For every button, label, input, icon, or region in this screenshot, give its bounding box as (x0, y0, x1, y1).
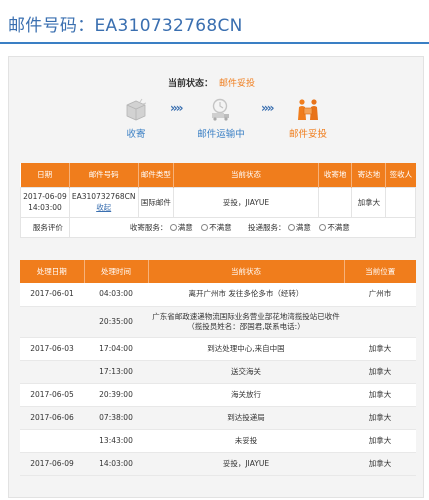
table-row: 17:13:00 送交海关 加拿大 (20, 360, 416, 384)
col-header: 日期 (20, 163, 70, 187)
row-status: 妥投，JIAYUE (148, 452, 344, 476)
row-date (20, 429, 84, 453)
summary-number-cell: EA310732768CN 收起 (68, 186, 139, 218)
radio-icon[interactable] (201, 224, 209, 231)
step-delivered: 邮件妥投 (273, 96, 343, 140)
table-row: 2017-06-06 07:38:00 到达投递局 加拿大 (20, 406, 416, 430)
page-title: 邮件号码：EA310732768CN (8, 16, 243, 36)
deliver-good-option[interactable]: 满意 (287, 223, 311, 232)
row-status: 到达投递局 (148, 406, 344, 430)
row-time: 14:03:00 (84, 452, 148, 476)
tracking-table: 处理日期 处理时间 当前状态 当前位置 2017-06-01 04:03:00 … (20, 260, 416, 476)
step-collected: 收寄 (101, 96, 171, 140)
summary-origin (317, 186, 353, 218)
row-location: 加拿大 (344, 406, 416, 430)
col-header: 寄达地 (351, 163, 387, 187)
delivery-truck-icon (212, 98, 229, 121)
row-status: 到达处理中心,来自中国 (148, 337, 344, 361)
current-status-label: 当前状态： (168, 79, 214, 89)
table-row: 2017-06-09 14:03:00 妥投，JIAYUE 加拿大 (20, 452, 416, 476)
summary-type: 国际邮件 (137, 186, 175, 218)
row-location: 加拿大 (344, 452, 416, 476)
courier-handover-icon (298, 99, 318, 120)
deliver-service-label: 投递服务： (248, 222, 286, 232)
collapse-link[interactable]: 收起 (96, 203, 111, 212)
col-header: 签收人 (385, 163, 416, 187)
row-status: 送交海关 (148, 360, 344, 384)
summary-number: EA310732768CN (71, 192, 136, 201)
table-row: 13:43:00 未妥投 加拿大 (20, 429, 416, 453)
row-time: 17:13:00 (84, 360, 148, 384)
table-row: 2017-06-03 17:04:00 到达处理中心,来自中国 加拿大 (20, 337, 416, 361)
row-time: 20:35:00 (84, 306, 148, 338)
current-status: 当前状态： 邮件妥投 (168, 76, 255, 89)
row-status: 海关放行 (148, 383, 344, 407)
col-header: 当前状态 (148, 260, 345, 283)
row-time: 20:39:00 (84, 383, 148, 407)
service-eval-row: 服务评价 收寄服务： 满意 不满意 投递服务： 满意 不满意 (20, 216, 417, 238)
summary-date: 2017-06-09 14:03:00 (20, 186, 70, 218)
summary-table: 日期 邮件号码 邮件类型 当前状态 收寄地 寄达地 签收人 2017-06-09… (20, 163, 417, 238)
summary-header-row: 日期 邮件号码 邮件类型 当前状态 收寄地 寄达地 签收人 (20, 163, 416, 187)
collect-bad-option[interactable]: 不满意 (201, 223, 232, 232)
summary-status: 妥投，JIAYUE (173, 186, 319, 218)
table-row: 20:35:00 广东省邮政速递物流国际业务营业部花地湾揽投站已收件（揽投员姓名… (20, 306, 416, 338)
row-date: 2017-06-09 (20, 452, 84, 476)
row-date (20, 306, 84, 338)
row-date: 2017-06-06 (20, 406, 84, 430)
row-time: 04:03:00 (84, 283, 148, 307)
collect-service-label: 收寄服务： (129, 222, 168, 232)
col-header: 邮件号码 (69, 163, 139, 187)
col-header: 当前位置 (344, 260, 416, 283)
radio-icon[interactable] (169, 224, 177, 231)
current-status-value: 邮件妥投 (219, 79, 256, 89)
col-header: 处理日期 (20, 260, 85, 283)
summary-signer (385, 186, 416, 218)
row-status: 未妥投 (148, 429, 344, 453)
row-location: 加拿大 (344, 337, 416, 361)
row-location (344, 306, 416, 338)
row-date (20, 360, 84, 384)
box-icon (126, 98, 147, 121)
col-header: 处理时间 (84, 260, 149, 283)
row-time: 17:04:00 (84, 337, 148, 361)
row-date: 2017-06-05 (20, 383, 84, 407)
tracking-header-row: 处理日期 处理时间 当前状态 当前位置 (20, 260, 416, 283)
radio-icon[interactable] (319, 224, 327, 231)
title-bar: 邮件号码：EA310732768CN (0, 0, 429, 44)
row-date: 2017-06-03 (20, 337, 84, 361)
col-header: 当前状态 (173, 163, 319, 187)
step-label: 邮件妥投 (288, 129, 327, 140)
table-row: 2017-06-01 04:03:00 离开广州市 发往多伦多市（经转） 广州市 (20, 283, 416, 307)
step-label: 邮件运输中 (197, 129, 245, 140)
row-time: 07:38:00 (84, 406, 148, 430)
row-time: 13:43:00 (84, 429, 148, 453)
row-location: 广州市 (344, 283, 416, 307)
service-eval-options: 收寄服务： 满意 不满意 投递服务： 满意 不满意 (68, 216, 417, 238)
step-in-transit: 邮件运输中 (186, 96, 256, 140)
row-location: 加拿大 (344, 360, 416, 384)
row-status: 广东省邮政速递物流国际业务营业部花地湾揽投站已收件（揽投员姓名：邵国君,联系电话… (148, 306, 344, 338)
summary-row: 2017-06-09 14:03:00 EA310732768CN 收起 国际邮… (20, 186, 416, 218)
deliver-bad-option[interactable]: 不满意 (319, 223, 350, 232)
row-location: 加拿大 (344, 383, 416, 407)
col-header: 收寄地 (318, 163, 353, 187)
step-label: 收寄 (126, 129, 146, 140)
chevron-right-icon: »» (261, 101, 274, 115)
row-status: 离开广州市 发往多伦多市（经转） (148, 283, 344, 307)
chevron-right-icon: »» (170, 101, 183, 115)
summary-destination: 加拿大 (351, 186, 387, 218)
service-eval-label: 服务评价 (20, 216, 70, 238)
radio-icon[interactable] (287, 224, 295, 231)
table-row: 2017-06-05 20:39:00 海关放行 加拿大 (20, 383, 416, 407)
row-location: 加拿大 (344, 429, 416, 453)
col-header: 邮件类型 (138, 163, 175, 187)
row-date: 2017-06-01 (20, 283, 84, 307)
collect-good-option[interactable]: 满意 (169, 223, 193, 232)
